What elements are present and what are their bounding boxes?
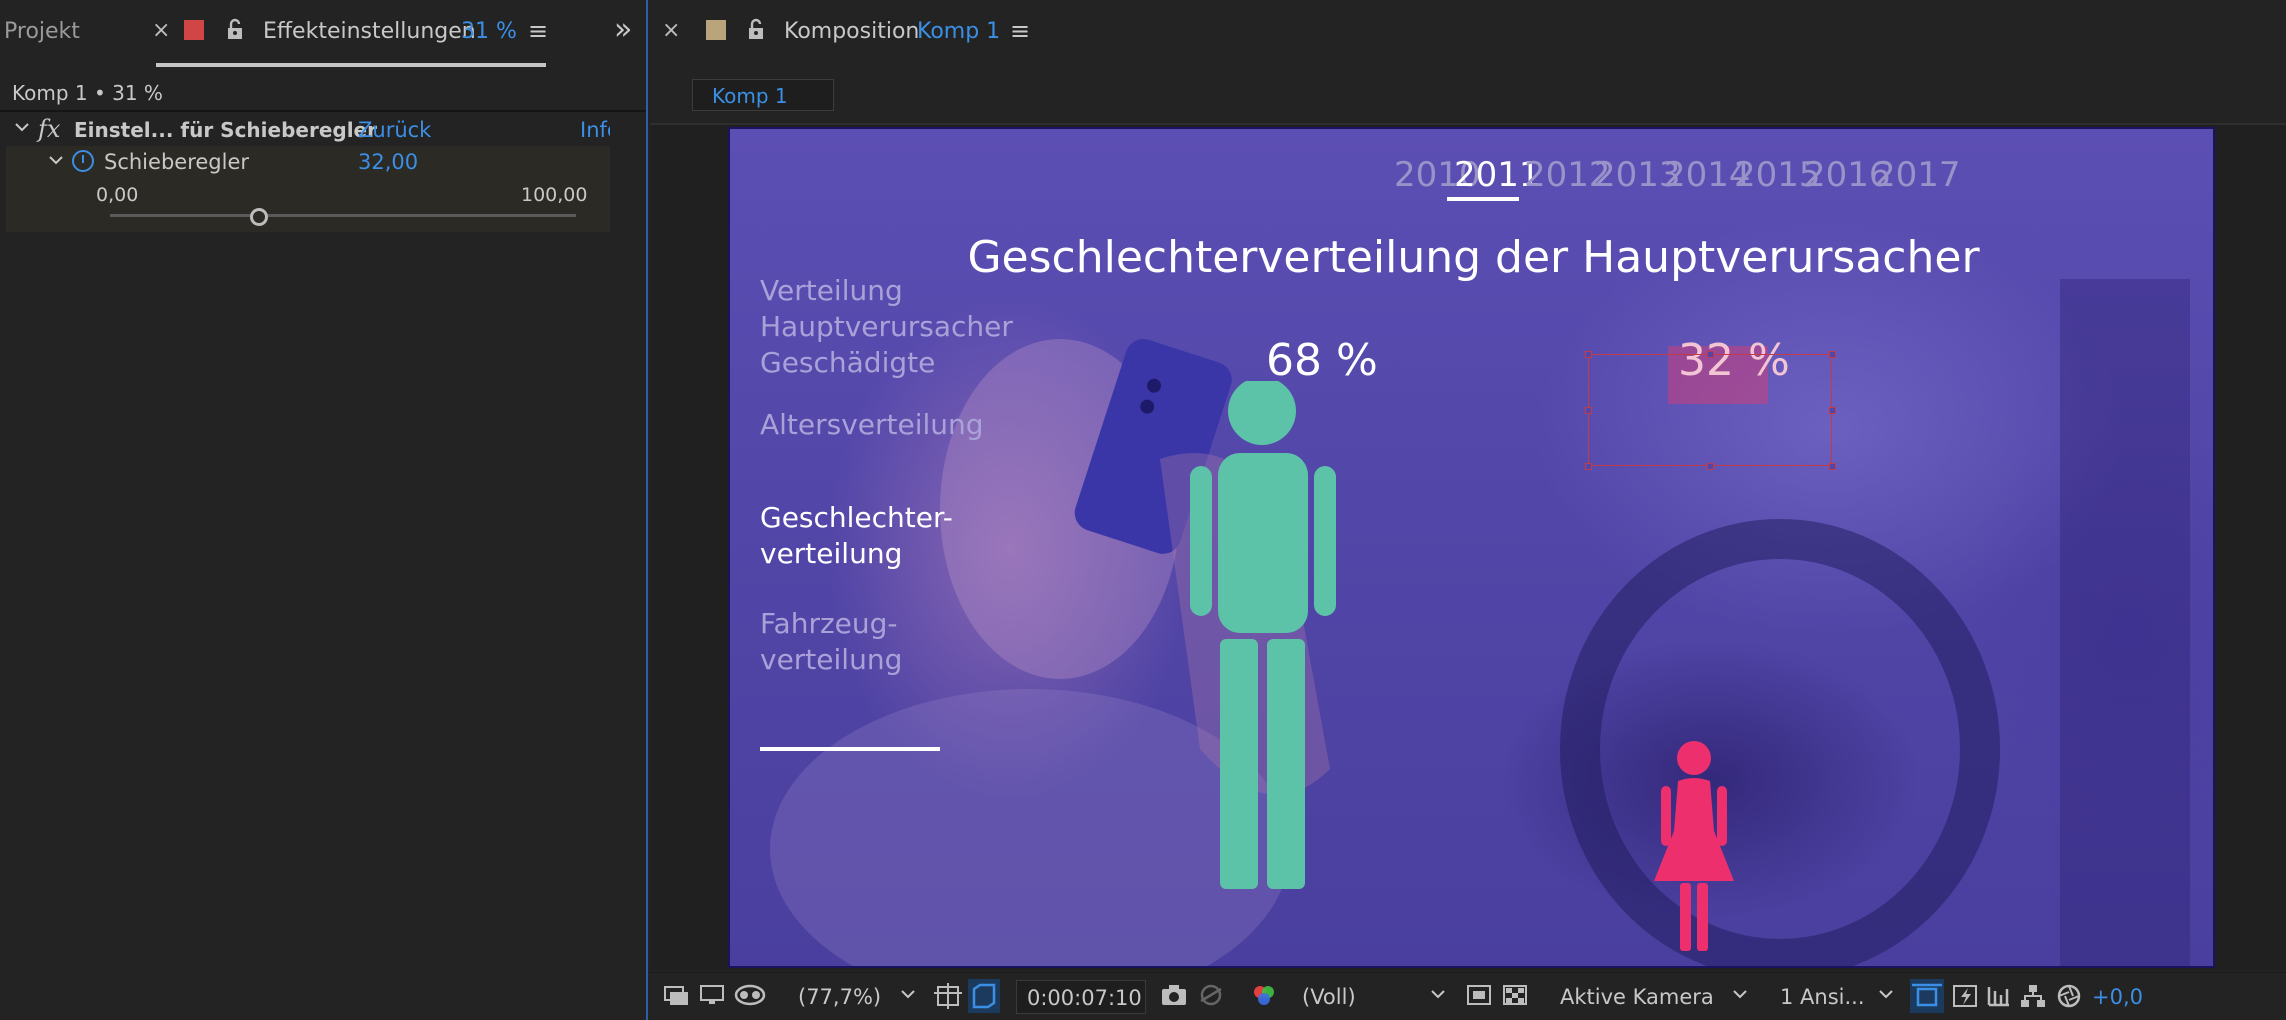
transform-handle[interactable]: [1585, 463, 1592, 470]
effect-name: Einstel... für Schieberegler: [74, 118, 377, 142]
comp-path-label: Komp 1 • 31 %: [12, 81, 163, 105]
transform-handle[interactable]: [1707, 463, 1714, 470]
chevron-down-icon[interactable]: [1878, 985, 1894, 1006]
slider-min-label: 0,00: [96, 184, 139, 206]
nav-item-line: Verteilung: [760, 274, 903, 307]
effect-row[interactable]: fx Einstel... für Schieberegler Zurück I…: [6, 115, 610, 145]
property-value[interactable]: 32,00: [358, 150, 418, 174]
comp-flowchart-tab[interactable]: Komp 1: [692, 79, 834, 111]
view-layout-select[interactable]: 1 Ansi...: [1770, 980, 1870, 1014]
fast-previews-icon[interactable]: [1466, 983, 1492, 1013]
close-icon[interactable]: ×: [662, 18, 680, 43]
reset-link[interactable]: Zurück: [358, 118, 431, 142]
mask-visibility-icon[interactable]: [734, 983, 766, 1013]
resolution-select[interactable]: (Voll): [1292, 980, 1418, 1014]
zoom-select[interactable]: (77,7%): [788, 980, 888, 1014]
reset-exposure-icon[interactable]: [2056, 983, 2082, 1015]
effect-controls-zoom: 31 %: [461, 19, 517, 44]
always-preview-icon[interactable]: [664, 983, 690, 1013]
slider-track[interactable]: [110, 214, 576, 217]
composition-panel: × Komposition Komp 1 ≡ Komp 1 2010 2011 …: [650, 0, 2286, 1020]
tab-effect-controls[interactable]: Effekteinstellungen: [263, 19, 476, 44]
year-underline: [1447, 197, 1519, 201]
tab-project[interactable]: Projekt: [4, 19, 80, 44]
close-icon[interactable]: ×: [152, 18, 170, 43]
transform-handle[interactable]: [1829, 463, 1836, 470]
current-time-field[interactable]: 0:00:07:10: [1016, 980, 1146, 1014]
info-link[interactable]: Info: [580, 118, 610, 142]
fx-toggle-icon[interactable]: fx: [38, 115, 60, 143]
label-color-swatch[interactable]: [706, 20, 726, 40]
composition-canvas[interactable]: 2010 2011 2012 2013 2014 2015 2016 2017 …: [728, 127, 2215, 968]
active-tab-indicator: [156, 63, 546, 67]
panel-overflow-icon[interactable]: »: [614, 12, 632, 47]
layer-selection-box[interactable]: [1588, 354, 1832, 466]
transform-handle[interactable]: [1585, 351, 1592, 358]
male-percent: 68 %: [1266, 335, 1378, 386]
timeline-icon[interactable]: [1986, 983, 2012, 1015]
nav-item-line: Geschädigte: [760, 346, 936, 379]
nav-item-distribution[interactable]: Verteilung Hauptverursacher Geschädigte: [760, 273, 1013, 381]
tab-comp-name[interactable]: Komp 1: [917, 19, 1000, 44]
nav-item-line: Fahrzeug-: [760, 607, 898, 640]
panel-menu-icon[interactable]: ≡: [528, 17, 548, 45]
label-color-swatch[interactable]: [184, 20, 204, 40]
nav-item-age[interactable]: Altersverteilung: [760, 407, 984, 443]
nav-item-line: verteilung: [760, 643, 903, 676]
nav-item-gender[interactable]: Geschlechter- verteilung: [760, 500, 953, 572]
male-figure-icon: [1190, 381, 1336, 889]
stopwatch-icon[interactable]: [72, 150, 94, 172]
nav-item-line: verteilung: [760, 537, 903, 570]
nav-active-underline: [760, 747, 940, 751]
transform-handle[interactable]: [1707, 351, 1714, 358]
transform-handle[interactable]: [1829, 407, 1836, 414]
panel-menu-icon[interactable]: ≡: [1010, 17, 1030, 45]
transform-handle[interactable]: [1585, 407, 1592, 414]
divider: [0, 110, 646, 112]
nav-item-vehicle[interactable]: Fahrzeug- verteilung: [760, 606, 902, 678]
left-panel-tabbar: Projekt × Effekteinstellungen 31 % ≡ »: [0, 0, 646, 67]
flowchart-icon[interactable]: [2020, 983, 2046, 1015]
effect-controls-panel: Projekt × Effekteinstellungen 31 % ≡ » K…: [0, 0, 648, 1020]
female-figure-icon: [1654, 741, 1734, 951]
transform-handle[interactable]: [1829, 351, 1836, 358]
slider-handle[interactable]: [250, 208, 269, 226]
monitor-icon[interactable]: [700, 983, 724, 1013]
nav-item-line: Hauptverursacher: [760, 310, 1013, 343]
chevron-down-icon[interactable]: [900, 985, 916, 1006]
exposure-value[interactable]: +0,0: [2092, 985, 2143, 1009]
show-snapshot-icon[interactable]: [1198, 983, 1224, 1013]
chevron-down-icon[interactable]: [48, 152, 64, 173]
camera-view-select[interactable]: Aktive Kamera: [1550, 980, 1714, 1014]
year-tab[interactable]: 2017: [1874, 155, 1961, 195]
chevron-down-icon[interactable]: [1430, 985, 1446, 1006]
region-of-interest-icon[interactable]: [968, 979, 1000, 1013]
tab-composition[interactable]: Komposition: [784, 19, 919, 44]
camera-snapshot-icon[interactable]: [1160, 983, 1188, 1013]
viewer-toolbar: (77,7%) 0:00:07:10 (Voll) Aktive Kamera …: [650, 972, 2286, 1020]
lock-icon[interactable]: [225, 18, 245, 44]
slider-max-label: 100,00: [521, 184, 588, 206]
chevron-down-icon[interactable]: [14, 119, 30, 140]
lock-icon[interactable]: [746, 18, 766, 44]
toggle-pixel-aspect-icon[interactable]: [1910, 979, 1944, 1013]
fast-preview-lightning-icon[interactable]: [1952, 983, 1980, 1015]
property-label: Schieberegler: [104, 150, 250, 174]
transparency-grid-icon[interactable]: [1502, 983, 1528, 1013]
chevron-down-icon[interactable]: [1732, 985, 1748, 1006]
slider-property: Schieberegler 32,00 0,00 100,00: [6, 146, 610, 232]
grid-guides-icon[interactable]: [934, 983, 962, 1015]
channels-icon[interactable]: [1250, 983, 1278, 1015]
nav-item-line: Geschlechter-: [760, 501, 953, 534]
